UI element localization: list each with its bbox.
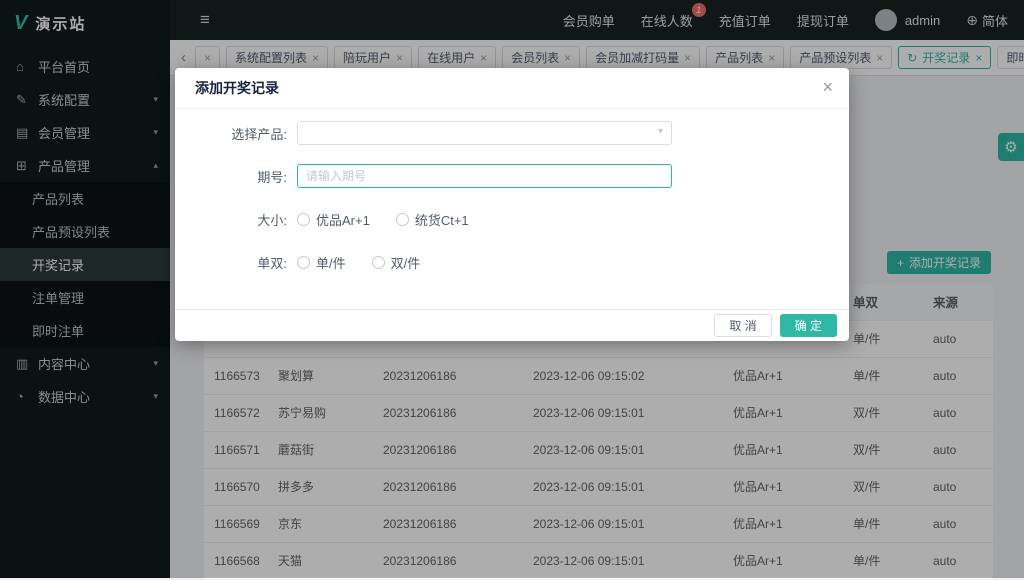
parity-radio-row: 单双: 单/件 双/件 xyxy=(175,251,849,273)
parity-label: 单双: xyxy=(257,255,287,271)
radio-icon[interactable] xyxy=(297,255,310,269)
radio-icon[interactable] xyxy=(395,212,409,226)
issue-input[interactable] xyxy=(297,164,672,188)
radio-icon[interactable] xyxy=(297,212,310,226)
radio-label: 统货Ct+1 xyxy=(414,212,469,228)
add-record-modal: 添加开奖记录 × 选择产品: ▾ 期号: 大小: 优品Ar+1 统货Ct+1 xyxy=(175,68,849,341)
product-select-label: 选择产品: xyxy=(231,126,287,142)
parity-radio-group: 单/件 双/件 xyxy=(297,253,420,272)
confirm-button[interactable]: 确 定 xyxy=(779,313,837,337)
chevron-down-icon: ▾ xyxy=(657,126,663,137)
issue-input-row: 期号: xyxy=(175,164,849,188)
size-option-regular[interactable]: 统货Ct+1 xyxy=(395,210,469,229)
radio-label: 单/件 xyxy=(316,255,346,271)
radio-icon[interactable] xyxy=(371,255,385,269)
parity-option-odd[interactable]: 单/件 xyxy=(297,253,346,272)
product-select[interactable]: ▾ xyxy=(297,121,672,145)
modal-title: 添加开奖记录 xyxy=(195,80,279,96)
parity-option-even[interactable]: 双/件 xyxy=(371,253,421,272)
size-label: 大小: xyxy=(257,212,287,228)
radio-label: 双/件 xyxy=(390,255,421,271)
issue-label: 期号: xyxy=(257,169,287,185)
size-radio-row: 大小: 优品Ar+1 统货Ct+1 xyxy=(175,208,849,230)
radio-label: 优品Ar+1 xyxy=(316,212,370,228)
size-radio-group: 优品Ar+1 统货Ct+1 xyxy=(297,210,469,229)
product-select-row: 选择产品: ▾ xyxy=(175,121,849,145)
modal-footer: 取 消 确 定 xyxy=(175,309,849,341)
modal-body: 选择产品: ▾ 期号: 大小: 优品Ar+1 统货Ct+1 单 xyxy=(175,109,849,309)
modal-header: 添加开奖记录 × xyxy=(175,68,849,109)
cancel-button[interactable]: 取 消 xyxy=(714,313,772,337)
size-option-premium[interactable]: 优品Ar+1 xyxy=(297,210,370,229)
modal-close-icon[interactable]: × xyxy=(822,77,833,97)
